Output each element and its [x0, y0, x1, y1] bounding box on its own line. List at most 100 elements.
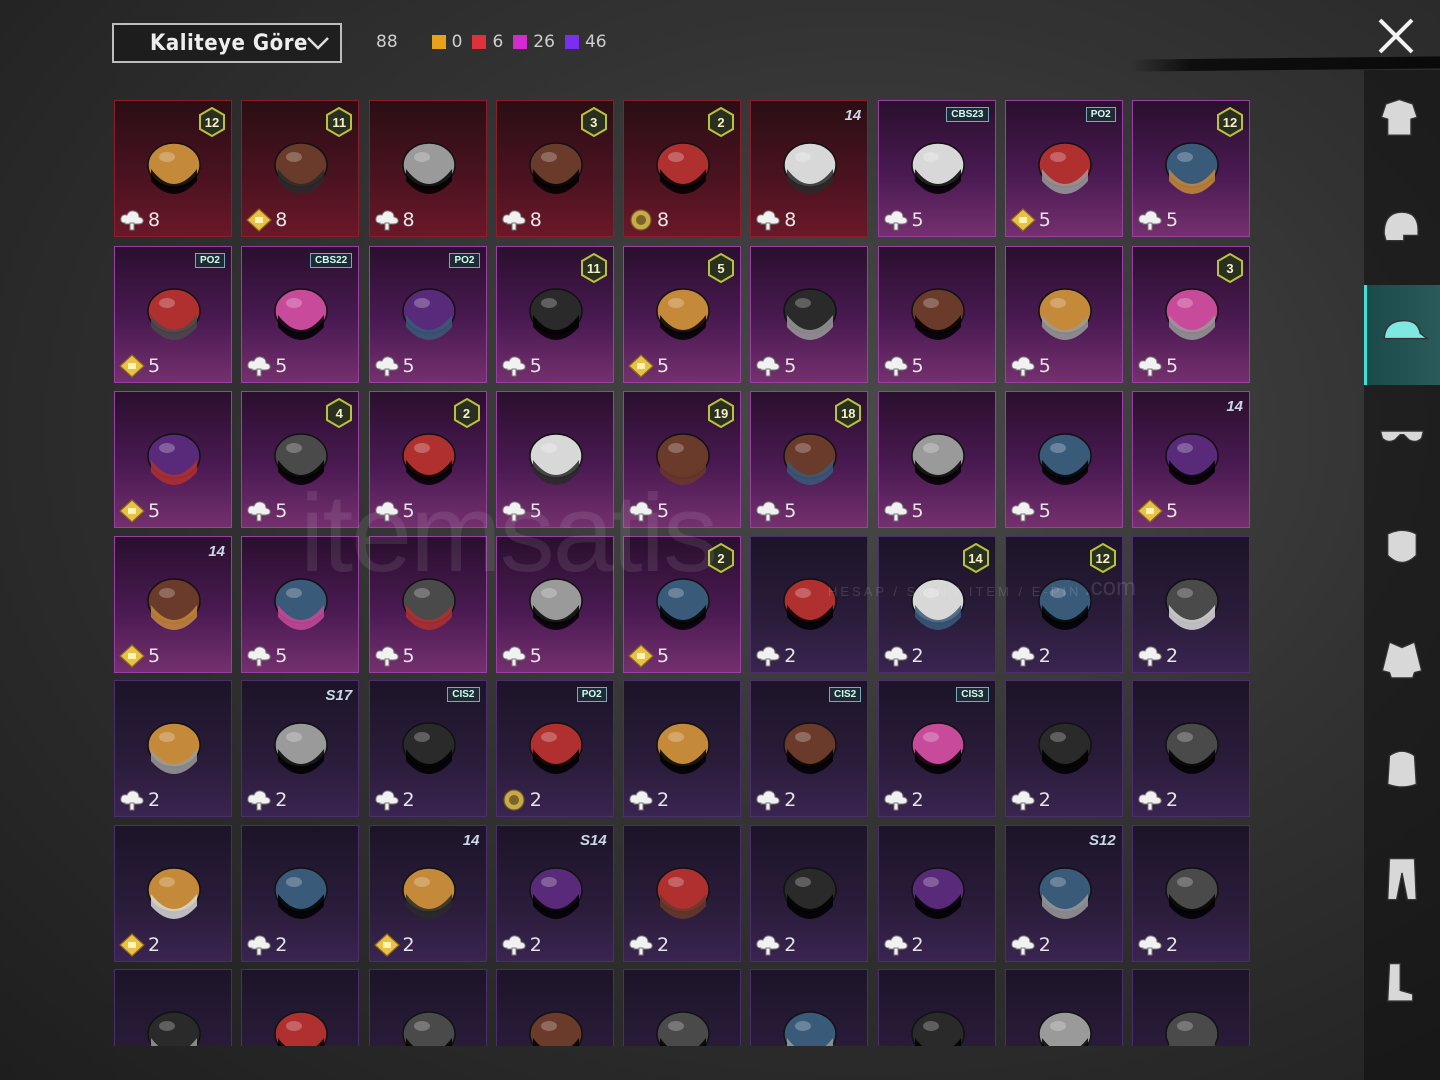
item-tile[interactable]	[1004, 969, 1123, 1046]
item-quantity-value: 5	[911, 500, 924, 522]
item-tile[interactable]: 2	[1132, 825, 1250, 962]
item-tile[interactable]: PO2 5	[368, 246, 487, 383]
item-tile[interactable]: 25	[623, 536, 741, 673]
season-badge: 14	[1226, 398, 1243, 415]
item-tile[interactable]: 14 5	[114, 536, 232, 673]
item-tile[interactable]: 38	[495, 100, 614, 237]
item-tile[interactable]: 28	[623, 100, 741, 237]
item-tile[interactable]: 2	[750, 536, 869, 673]
item-tile[interactable]: 5	[877, 391, 996, 528]
item-quantity-value: 5	[148, 645, 161, 667]
top-bar: Kaliteye Göre 88 0 6 26 46	[0, 0, 1440, 90]
item-tile[interactable]: 14 2	[368, 825, 487, 962]
tribal-mask-icon	[910, 288, 965, 340]
black-helmet-icon	[274, 142, 328, 194]
item-quantity-value: 2	[911, 645, 924, 667]
item-quantity: 2	[501, 933, 542, 957]
sidebar-item-cap[interactable]	[1364, 285, 1440, 385]
item-tile[interactable]: 5	[495, 536, 614, 673]
barrel-helmet-icon	[910, 722, 965, 774]
item-tile[interactable]: PO2 2	[495, 680, 614, 817]
item-tile[interactable]: 25	[368, 391, 487, 528]
item-tile[interactable]: 11 8	[241, 100, 360, 237]
item-tile[interactable]: PO2 5	[114, 246, 232, 383]
item-tile[interactable]: 5	[750, 246, 869, 383]
item-tile[interactable]: 2	[1004, 680, 1123, 817]
sidebar-item-glasses[interactable]	[1364, 390, 1440, 490]
event-tag-badge: CIS2	[829, 687, 862, 702]
item-tile[interactable]: PO2 5	[1004, 100, 1123, 237]
item-tile[interactable]: 5	[1004, 391, 1123, 528]
item-tile[interactable]: 5	[114, 391, 232, 528]
item-tile[interactable]: 12 8	[114, 100, 232, 237]
sidebar-item-backpack[interactable]	[1364, 720, 1440, 820]
item-tile[interactable]: 5	[241, 536, 360, 673]
item-quantity: 2	[883, 644, 924, 668]
silver-cloud-icon	[1011, 790, 1035, 811]
sidebar-item-jacket[interactable]	[1364, 610, 1440, 710]
close-icon[interactable]	[1374, 14, 1418, 58]
item-tile[interactable]: 2	[114, 825, 232, 962]
level-badge: 19	[708, 398, 734, 428]
item-tile[interactable]: 2	[241, 825, 360, 962]
item-tile[interactable]: CIS2 2	[368, 680, 487, 817]
item-quantity: 5	[1010, 354, 1051, 378]
item-quantity: 2	[1137, 788, 1178, 812]
item-quantity: 8	[119, 208, 160, 232]
item-tile[interactable]: 35	[1132, 246, 1250, 383]
item-tile[interactable]: 45	[241, 391, 360, 528]
item-tile[interactable]	[368, 969, 487, 1046]
item-tile[interactable]: 2	[750, 825, 869, 962]
item-tile[interactable]: CIS2 2	[750, 680, 869, 817]
item-tile[interactable]: 55	[623, 246, 741, 383]
item-tile[interactable]	[877, 969, 996, 1046]
item-quantity-value: 2	[1038, 789, 1051, 811]
item-tile[interactable]: 14 8	[750, 100, 869, 237]
item-tile[interactable]	[750, 969, 869, 1046]
item-tile[interactable]: CIS3 2	[877, 680, 996, 817]
item-tile[interactable]: CBS22 5	[241, 246, 360, 383]
item-tile[interactable]	[623, 969, 741, 1046]
item-tile[interactable]	[241, 969, 360, 1046]
white-fluffy-hair-icon	[147, 433, 201, 485]
cap-icon	[1383, 320, 1429, 340]
sidebar-item-mask[interactable]	[1364, 500, 1440, 600]
item-tile[interactable]: 12 5	[1132, 100, 1250, 237]
epic-swatch	[513, 35, 528, 49]
item-tile[interactable]: 8	[368, 100, 487, 237]
item-tile[interactable]: 14 2	[877, 536, 996, 673]
item-tile[interactable]	[114, 969, 232, 1046]
item-tile[interactable]: 2	[114, 680, 232, 817]
sort-dropdown[interactable]: Kaliteye Göre	[112, 23, 342, 63]
level-badge-text: 3	[1226, 260, 1234, 276]
item-tile[interactable]: 5	[1004, 246, 1123, 383]
item-tile[interactable]: 2	[1132, 680, 1250, 817]
item-tile[interactable]	[1132, 969, 1250, 1046]
item-tile[interactable]: 2	[877, 825, 996, 962]
sidebar-item-pants[interactable]	[1364, 830, 1440, 930]
item-tile[interactable]: 2	[1132, 536, 1250, 673]
item-tile[interactable]: 5	[495, 391, 614, 528]
item-tile[interactable]: S12 2	[1004, 825, 1123, 962]
sidebar-item-boots[interactable]	[1364, 935, 1440, 1035]
item-tile[interactable]: 18 5	[750, 391, 869, 528]
item-tile[interactable]: 14 5	[1132, 391, 1250, 528]
item-tile[interactable]: 11 5	[495, 246, 614, 383]
sidebar-item-helmet[interactable]	[1364, 180, 1440, 280]
item-tile[interactable]: 2	[623, 825, 741, 962]
item-tile[interactable]: 12 2	[1004, 536, 1123, 673]
item-tile[interactable]: 5	[368, 536, 487, 673]
item-quantity-value: 2	[402, 789, 415, 811]
item-quantity-value: 5	[275, 355, 288, 377]
silver-cloud-icon	[1138, 790, 1162, 811]
silver-cloud-icon	[502, 501, 526, 522]
season-badge: S12	[1089, 832, 1116, 849]
item-tile[interactable]: 5	[877, 246, 996, 383]
item-tile[interactable]: S14 2	[495, 825, 614, 962]
item-tile[interactable]: S17 2	[241, 680, 360, 817]
item-tile[interactable]: 2	[623, 680, 741, 817]
item-tile[interactable]	[495, 969, 614, 1046]
item-tile[interactable]: CBS23 5	[877, 100, 996, 237]
item-tile[interactable]: 19 5	[623, 391, 741, 528]
sidebar-item-outfit[interactable]	[1364, 70, 1440, 170]
